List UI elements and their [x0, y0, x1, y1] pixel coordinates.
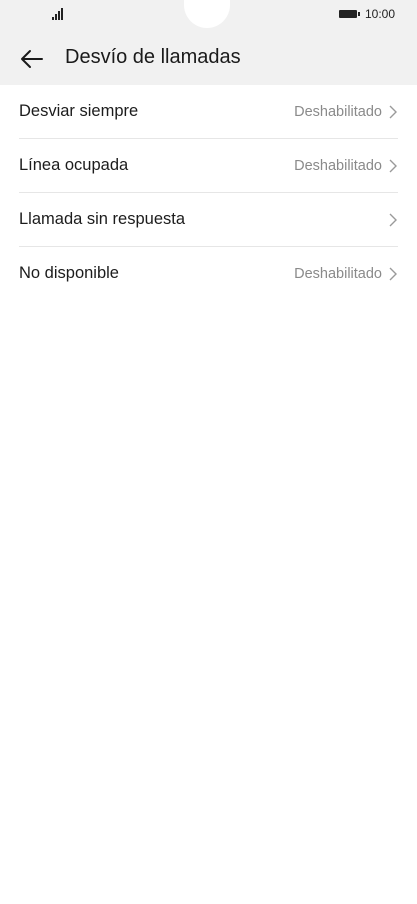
list-item-label: No disponible	[19, 264, 119, 282]
list-item-value: Deshabilitado	[294, 265, 382, 282]
page-title: Desvío de llamadas	[65, 46, 241, 68]
status-time: 10:00	[364, 7, 395, 21]
status-right: 10:00	[338, 7, 395, 21]
arrow-left-icon	[21, 50, 43, 68]
back-button[interactable]	[14, 42, 48, 76]
settings-list: Desviar siempre Deshabilitado Línea ocup…	[0, 85, 417, 300]
chevron-right-icon	[389, 213, 397, 226]
signal-icon	[52, 6, 63, 20]
list-item-right: Deshabilitado	[294, 266, 398, 282]
status-bar: 10:00	[0, 0, 417, 30]
list-item-llamada-sin-respuesta[interactable]: Llamada sin respuesta	[19, 193, 398, 247]
battery-icon	[338, 10, 360, 18]
list-item-no-disponible[interactable]: No disponible Deshabilitado	[19, 247, 398, 300]
list-item-value: Deshabilitado	[294, 157, 382, 174]
list-item-value: Deshabilitado	[294, 103, 382, 120]
list-item-desviar-siempre[interactable]: Desviar siempre Deshabilitado	[19, 85, 398, 139]
chevron-right-icon	[389, 105, 397, 118]
list-item-right	[382, 212, 398, 228]
list-item-label: Desviar siempre	[19, 102, 139, 120]
app-header: Desvío de llamadas	[0, 30, 417, 85]
list-item-right: Deshabilitado	[294, 158, 398, 174]
list-item-linea-ocupada[interactable]: Línea ocupada Deshabilitado	[19, 139, 398, 193]
screen: 10:00 Desvío de llamadas Desviar siempre…	[0, 0, 417, 904]
list-item-label: Línea ocupada	[19, 156, 129, 174]
list-item-right: Deshabilitado	[294, 104, 398, 120]
list-item-label: Llamada sin respuesta	[19, 210, 186, 228]
chevron-right-icon	[389, 267, 397, 280]
chevron-right-icon	[389, 159, 397, 172]
camera-notch	[184, 0, 230, 28]
